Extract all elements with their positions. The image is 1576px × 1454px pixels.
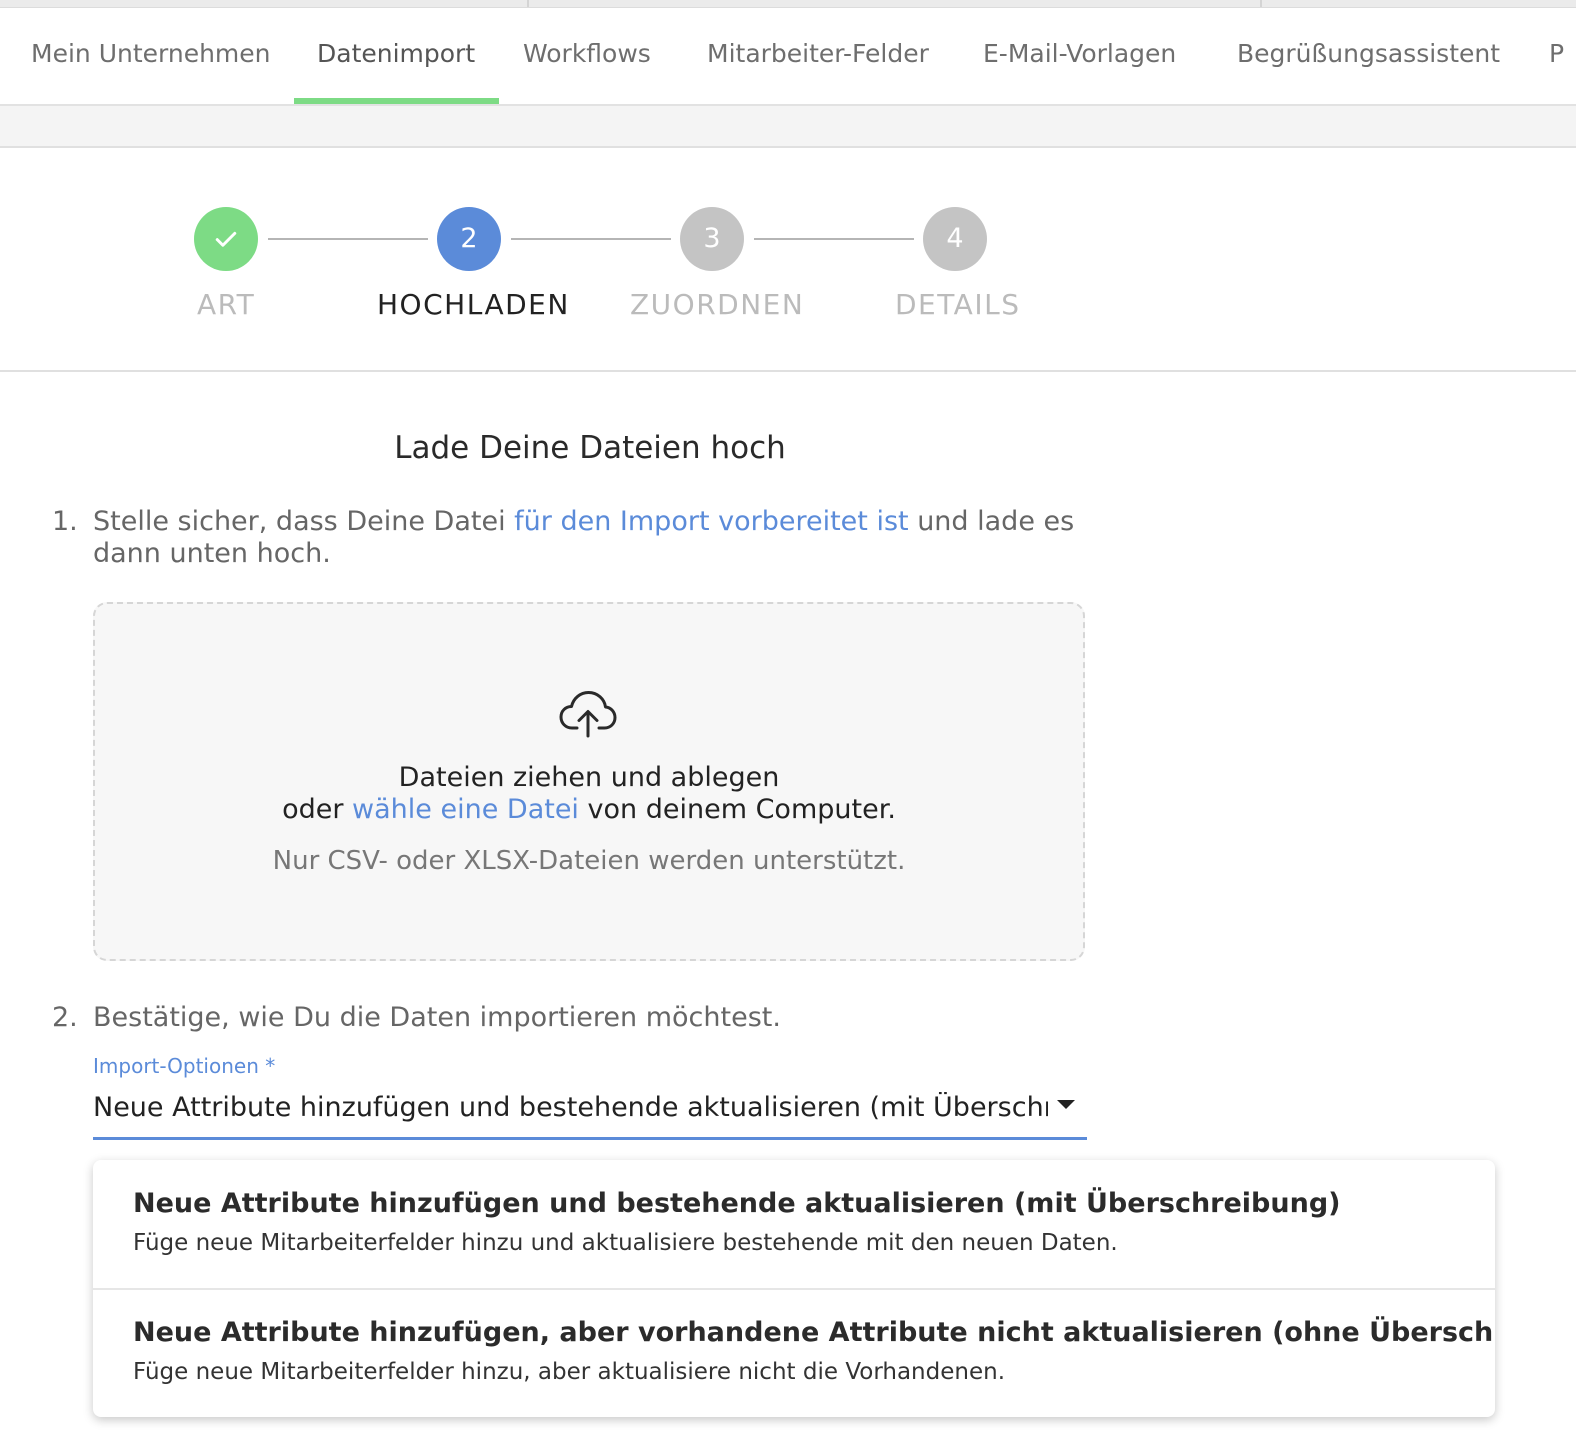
- import-stepper: 2 3 4 ART HOCHLADEN ZUORDNEN DETAILS: [0, 148, 1576, 372]
- step-1-label: ART: [197, 288, 256, 321]
- option-title: Neue Attribute hinzufügen, aber vorhande…: [133, 1317, 1495, 1348]
- step1-text-before: Stelle sicher, dass Deine Datei: [93, 506, 515, 537]
- choose-file-link[interactable]: wähle eine Datei: [352, 794, 579, 825]
- import-options-select[interactable]: Neue Attribute hinzufügen und bestehende…: [93, 1090, 1087, 1140]
- menu-option-no-overwrite[interactable]: Neue Attribute hinzufügen, aber vorhande…: [93, 1289, 1495, 1417]
- option-description: Füge neue Mitarbeiterfelder hinzu und ak…: [133, 1230, 1118, 1256]
- step1-instruction: Stelle sicher, dass Deine Datei für den …: [93, 506, 1093, 570]
- dropzone-title: Dateien ziehen und ablegen: [398, 762, 780, 793]
- step-3-label: ZUORDNEN: [630, 288, 805, 321]
- file-dropzone[interactable]: Dateien ziehen und ablegen oder wähle ei…: [93, 602, 1085, 961]
- tab-datenimport[interactable]: Datenimport: [317, 8, 475, 104]
- step-connector: [268, 238, 428, 240]
- step-1-circle: [194, 207, 258, 271]
- dropzone-subtitle: oder wähle eine Datei von deinem Compute…: [95, 794, 1083, 825]
- settings-tab-bar: Mein Unternehmen Datenimport Workflows M…: [0, 8, 1576, 106]
- check-icon: [215, 231, 237, 247]
- top-strip-divider: [527, 0, 529, 7]
- toolbar-band: [0, 106, 1576, 148]
- tab-mein-unternehmen[interactable]: Mein Unternehmen: [31, 8, 271, 104]
- step1-number: 1.: [52, 506, 78, 537]
- top-strip: [0, 0, 1576, 8]
- page-title: Lade Deine Dateien hoch: [394, 430, 786, 466]
- step2-number: 2.: [52, 1002, 78, 1033]
- option-description: Füge neue Mitarbeiterfelder hinzu, aber …: [133, 1359, 1006, 1385]
- step-3-circle: 3: [680, 207, 744, 271]
- import-options-label: Import-Optionen *: [93, 1054, 276, 1078]
- tab-truncated[interactable]: P: [1549, 8, 1564, 104]
- tab-workflows[interactable]: Workflows: [523, 8, 651, 104]
- step-4-circle: 4: [923, 207, 987, 271]
- supported-formats-hint: Nur CSV- oder XLSX-Dateien werden unters…: [272, 846, 906, 876]
- step-4-label: DETAILS: [895, 288, 1021, 321]
- step-connector: [511, 238, 671, 240]
- step2-instruction: Bestätige, wie Du die Daten importieren …: [93, 1002, 781, 1033]
- step-2-label: HOCHLADEN: [377, 288, 570, 321]
- prepare-file-link[interactable]: für den Import vorbereitet ist: [514, 506, 908, 537]
- cloud-upload-icon: [559, 691, 617, 738]
- dropzone-text-before: oder: [282, 794, 353, 825]
- top-strip-divider: [1260, 0, 1262, 7]
- menu-option-overwrite[interactable]: Neue Attribute hinzufügen und bestehende…: [93, 1160, 1495, 1290]
- tab-begruessungsassistent[interactable]: Begrüßungsassistent: [1237, 8, 1500, 104]
- active-tab-indicator: [294, 98, 499, 104]
- dropzone-text-after: von deinem Computer.: [578, 794, 896, 825]
- caret-down-icon[interactable]: [1057, 1100, 1075, 1109]
- import-options-menu: Neue Attribute hinzufügen und bestehende…: [93, 1160, 1495, 1417]
- tab-mitarbeiter-felder[interactable]: Mitarbeiter-Felder: [707, 8, 929, 104]
- option-title: Neue Attribute hinzufügen und bestehende…: [133, 1188, 1341, 1219]
- import-options-value: Neue Attribute hinzufügen und bestehende…: [93, 1092, 1048, 1123]
- step-2-circle: 2: [437, 207, 501, 271]
- step-connector: [754, 238, 914, 240]
- tab-e-mail-vorlagen[interactable]: E-Mail-Vorlagen: [983, 8, 1176, 104]
